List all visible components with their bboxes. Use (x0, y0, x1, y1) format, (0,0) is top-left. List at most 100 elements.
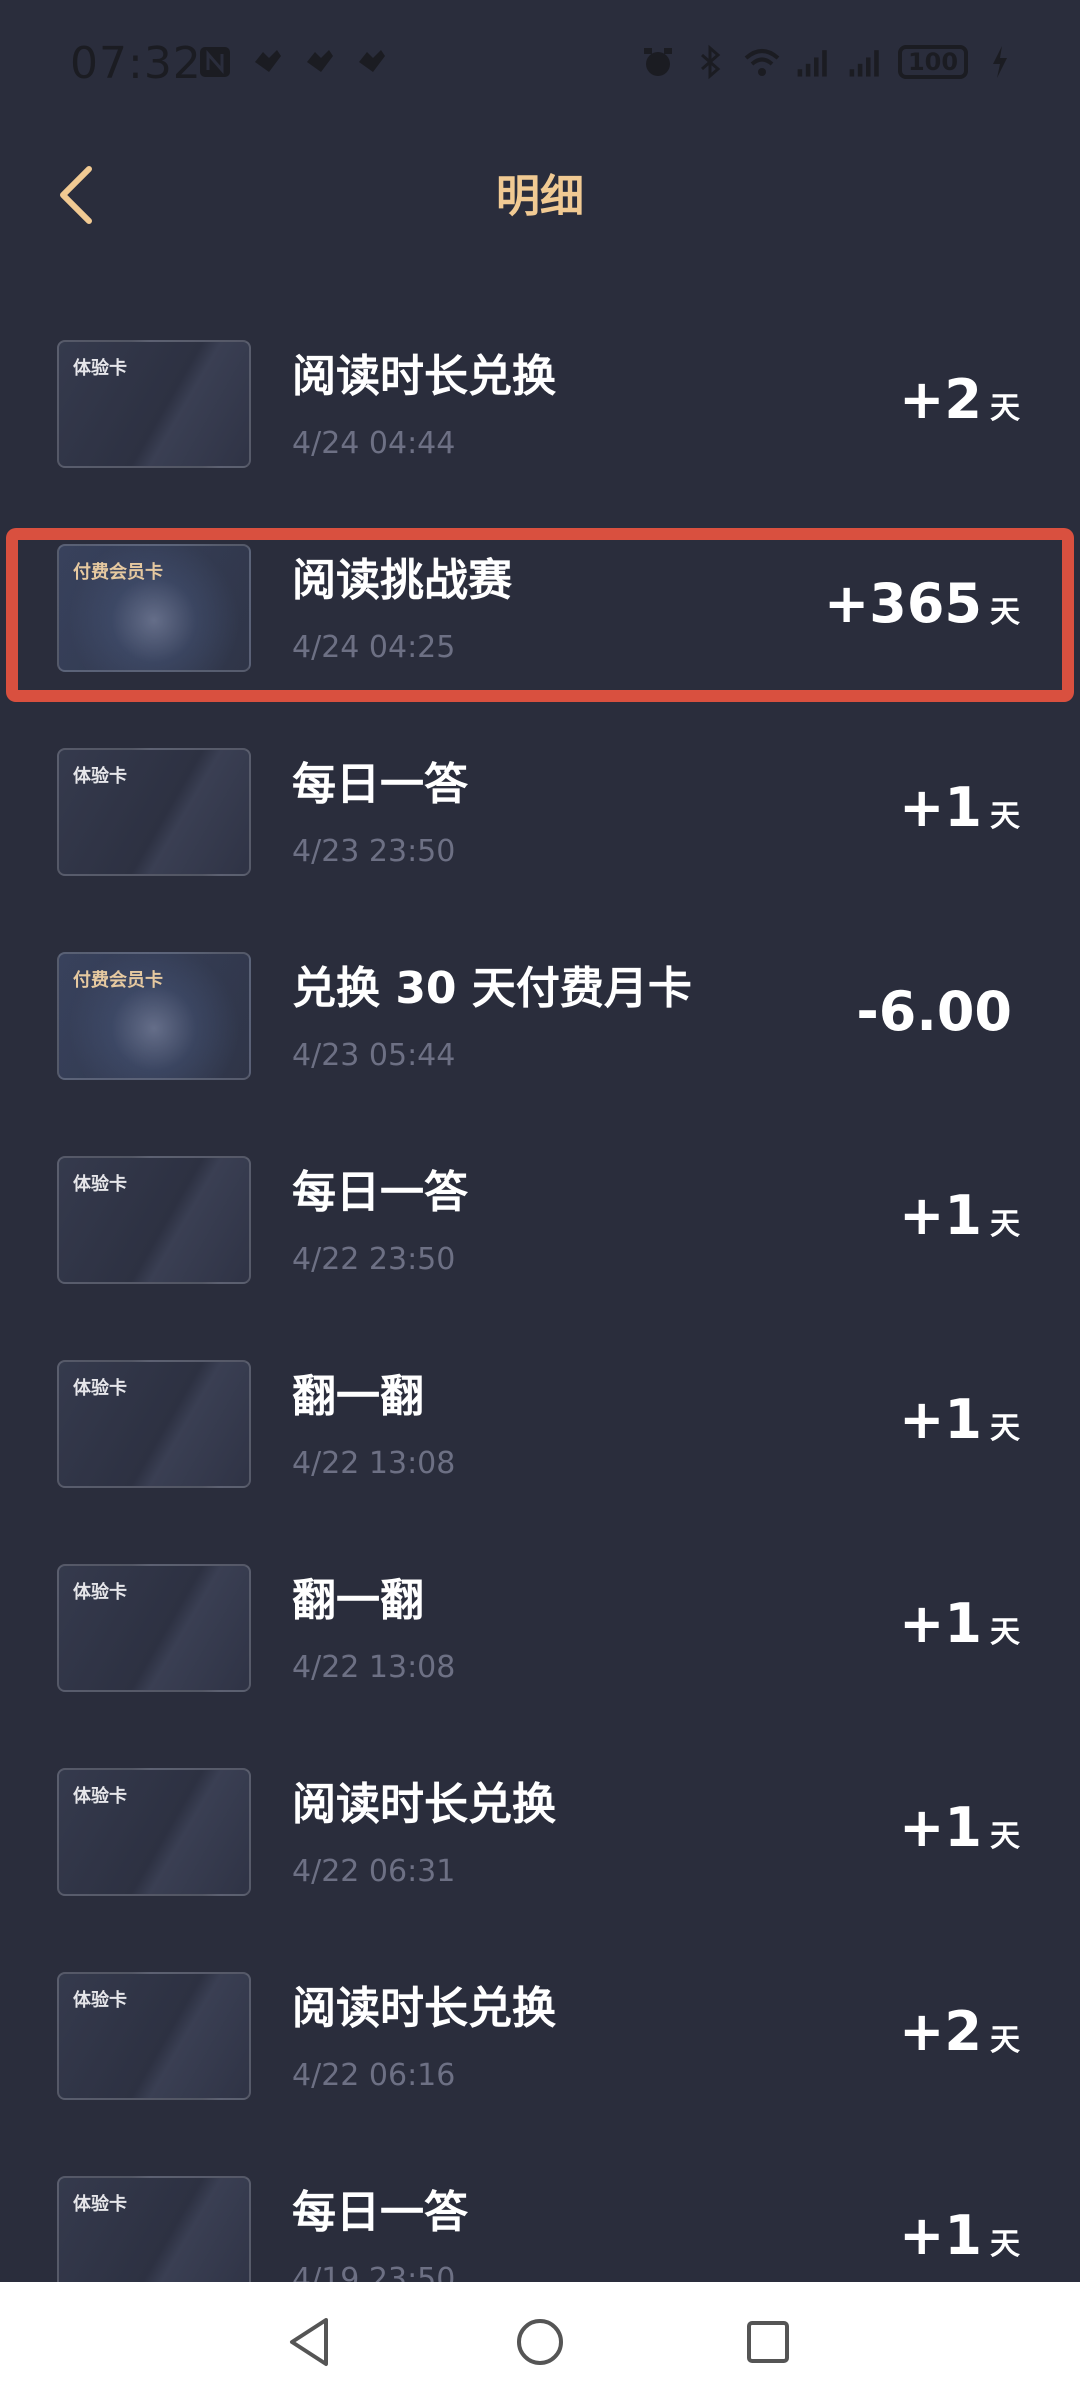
item-title: 阅读挑战赛 (292, 555, 512, 606)
amount-unit: 天 (990, 1411, 1020, 1446)
item-time: 4/22 23:50 (292, 1242, 456, 1277)
bluetooth-icon (690, 42, 730, 82)
item-amount: +1 天 (899, 1592, 1020, 1655)
item-time: 4/23 05:44 (292, 1038, 456, 1073)
list-item[interactable]: 体验卡 翻一翻 4/22 13:08 +1 天 (0, 1320, 1080, 1524)
item-amount: +1 天 (899, 1388, 1020, 1451)
item-time: 4/23 23:50 (292, 834, 456, 869)
item-title: 阅读时长兑换 (292, 1983, 556, 2034)
amount-unit: 天 (990, 595, 1020, 630)
list-item[interactable]: 体验卡 每日一答 4/22 23:50 +1 天 (0, 1116, 1080, 1320)
amount-value: +2 (899, 2000, 982, 2063)
item-amount: +1 天 (899, 2204, 1020, 2267)
status-time: 07:32 (70, 38, 202, 89)
item-time: 4/24 04:25 (292, 630, 456, 665)
notification-icon (351, 42, 391, 82)
circle-home-icon (517, 2319, 563, 2365)
card-label: 体验卡 (73, 1786, 127, 1807)
alarm-icon (638, 42, 678, 82)
amount-value: +1 (899, 1388, 982, 1451)
card-label: 体验卡 (73, 358, 127, 379)
battery-icon: 100 (898, 45, 968, 79)
amount-unit: 天 (990, 391, 1020, 426)
card-label: 体验卡 (73, 766, 127, 787)
notification-icon (247, 42, 287, 82)
card-thumbnail: 体验卡 (57, 1564, 251, 1692)
page-title: 明细 (496, 171, 584, 222)
card-thumbnail: 体验卡 (57, 748, 251, 876)
amount-unit: 天 (990, 1819, 1020, 1854)
nav-home-button[interactable] (510, 2312, 570, 2372)
item-title: 翻一翻 (292, 1371, 424, 1422)
item-time: 4/22 06:16 (292, 2058, 456, 2093)
item-title: 翻一翻 (292, 1575, 424, 1626)
amount-unit: 天 (990, 1207, 1020, 1242)
item-amount: +2 天 (899, 368, 1020, 431)
list-item[interactable]: 付费会员卡 兑换 30 天付费月卡 4/23 05:44 -6.00 (0, 912, 1080, 1116)
item-title: 阅读时长兑换 (292, 1779, 556, 1830)
navigation-bar (0, 2282, 1080, 2398)
amount-unit: 天 (990, 2227, 1020, 2262)
item-title: 每日一答 (292, 1167, 468, 1218)
amount-value: +2 (899, 368, 982, 431)
wifi-icon (742, 42, 782, 82)
square-recents-icon (747, 2321, 789, 2363)
card-label: 体验卡 (73, 1378, 127, 1399)
card-thumbnail: 体验卡 (57, 1768, 251, 1896)
signal-5g-icon (846, 42, 886, 82)
item-title: 兑换 30 天付费月卡 (292, 963, 692, 1014)
card-label: 付费会员卡 (73, 562, 163, 583)
amount-unit: 天 (990, 799, 1020, 834)
item-time: 4/24 04:44 (292, 426, 456, 461)
amount-value: +1 (899, 1592, 982, 1655)
card-thumbnail: 体验卡 (57, 340, 251, 468)
status-bar: 07:32 100 (0, 0, 1080, 130)
amount-value: +1 (899, 1184, 982, 1247)
amount-value: +1 (899, 776, 982, 839)
header: 明细 (0, 130, 1080, 260)
item-amount: +1 天 (899, 1796, 1020, 1859)
item-amount: +1 天 (899, 776, 1020, 839)
card-label: 付费会员卡 (73, 970, 163, 991)
item-time: 4/22 06:31 (292, 1854, 456, 1889)
card-thumbnail: 付费会员卡 (57, 544, 251, 672)
card-label: 体验卡 (73, 1582, 127, 1603)
item-amount: +1 天 (899, 1184, 1020, 1247)
status-right-icons: 100 (638, 42, 1020, 82)
item-title: 每日一答 (292, 759, 468, 810)
card-label: 体验卡 (73, 1174, 127, 1195)
detail-list: 体验卡 阅读时长兑换 4/24 04:44 +2 天 付费会员卡 阅读挑战赛 4… (0, 300, 1080, 2340)
signal-5g-icon (794, 42, 834, 82)
status-left-icons (195, 42, 391, 82)
amount-value: +1 (899, 1796, 982, 1859)
amount-unit: 天 (990, 1615, 1020, 1650)
item-title: 每日一答 (292, 2187, 468, 2238)
list-item[interactable]: 体验卡 阅读时长兑换 4/22 06:16 +2 天 (0, 1932, 1080, 2136)
card-thumbnail: 体验卡 (57, 1972, 251, 2100)
card-thumbnail: 付费会员卡 (57, 952, 251, 1080)
amount-value: -6.00 (856, 980, 1012, 1043)
triangle-back-icon (290, 2318, 328, 2366)
card-thumbnail: 体验卡 (57, 1360, 251, 1488)
item-time: 4/22 13:08 (292, 1650, 456, 1685)
list-item[interactable]: 体验卡 翻一翻 4/22 13:08 +1 天 (0, 1524, 1080, 1728)
amount-unit: 天 (990, 2023, 1020, 2058)
notification-icon (299, 42, 339, 82)
card-label: 体验卡 (73, 2194, 127, 2215)
item-amount: +2 天 (899, 2000, 1020, 2063)
nfc-icon (195, 42, 235, 82)
list-item[interactable]: 体验卡 每日一答 4/23 23:50 +1 天 (0, 708, 1080, 912)
amount-value: +1 (899, 2204, 982, 2267)
item-amount: -6.00 (856, 980, 1020, 1043)
list-item[interactable]: 付费会员卡 阅读挑战赛 4/24 04:25 +365 天 (0, 504, 1080, 708)
list-item[interactable]: 体验卡 阅读时长兑换 4/24 04:44 +2 天 (0, 300, 1080, 504)
list-item[interactable]: 体验卡 阅读时长兑换 4/22 06:31 +1 天 (0, 1728, 1080, 1932)
card-label: 体验卡 (73, 1990, 127, 2011)
amount-value: +365 (824, 572, 982, 635)
charging-icon (980, 42, 1020, 82)
item-amount: +365 天 (824, 572, 1020, 635)
item-title: 阅读时长兑换 (292, 351, 556, 402)
card-thumbnail: 体验卡 (57, 1156, 251, 1284)
nav-recents-button[interactable] (738, 2312, 798, 2372)
nav-back-button[interactable] (280, 2312, 340, 2372)
